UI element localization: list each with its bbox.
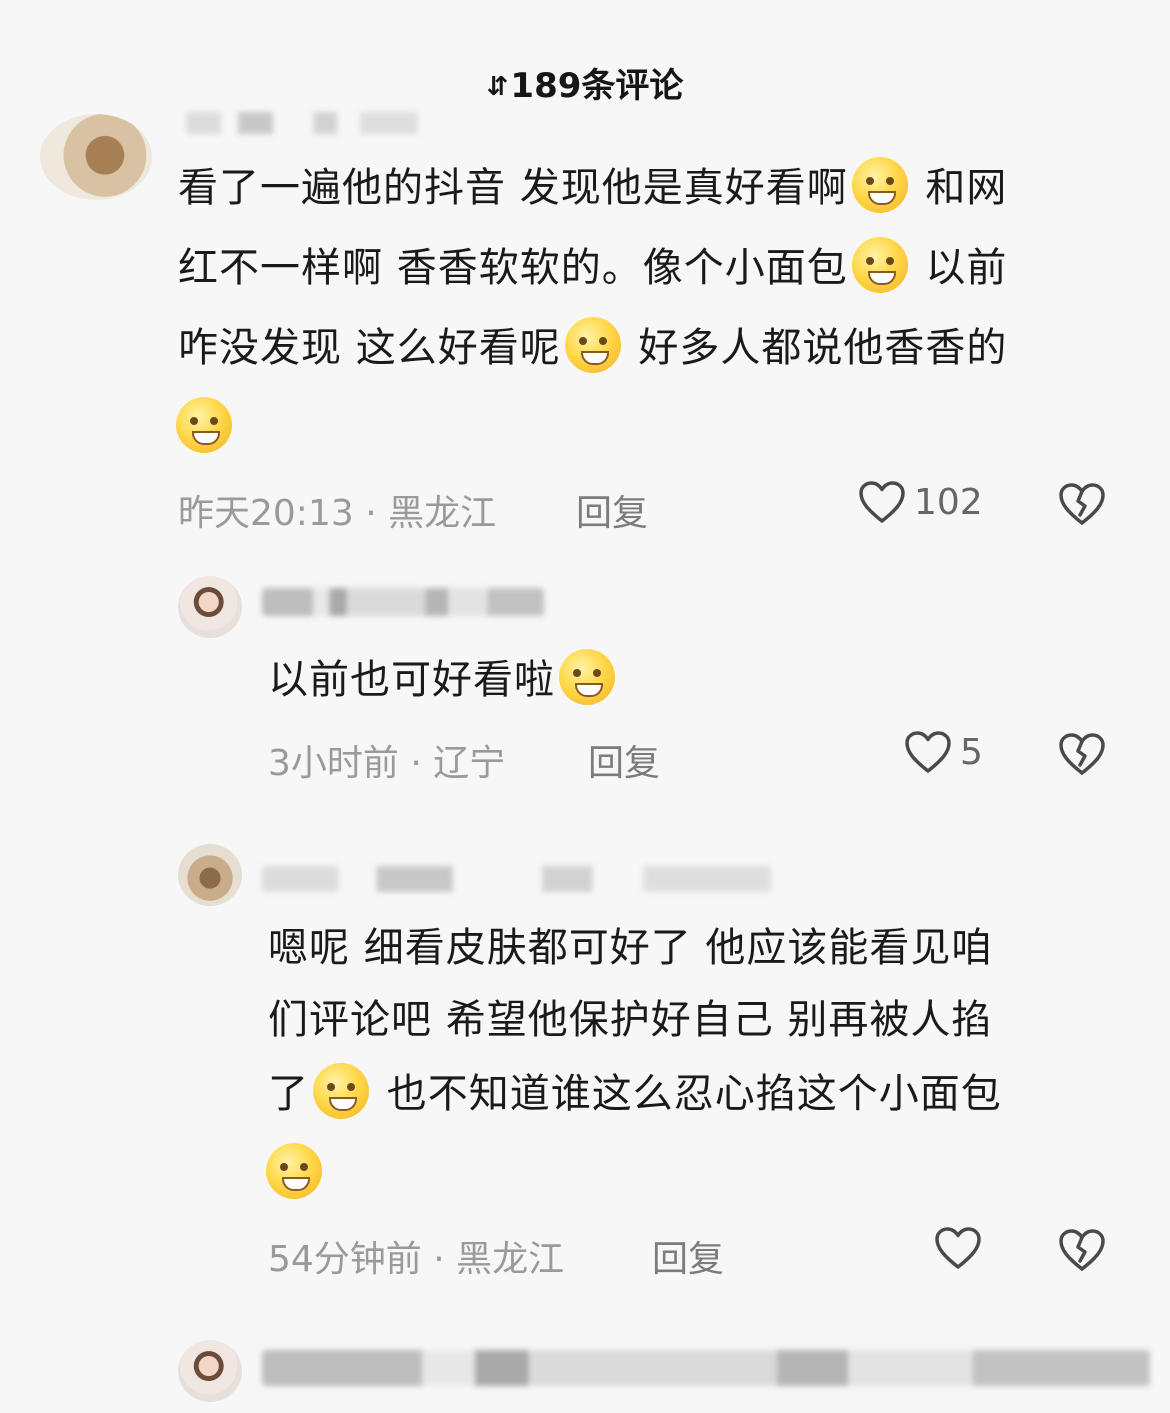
comment-line: 以前也可好看啦 bbox=[268, 657, 555, 703]
like-count: 5 bbox=[960, 731, 983, 773]
heart-outline-icon bbox=[935, 1227, 981, 1269]
heart-outline-icon bbox=[905, 731, 951, 773]
like-button[interactable] bbox=[934, 1226, 990, 1270]
like-count: 102 bbox=[914, 481, 983, 523]
avatar[interactable] bbox=[178, 1340, 242, 1402]
separator: · bbox=[433, 1239, 445, 1280]
username-blurred[interactable] bbox=[262, 866, 898, 892]
like-button[interactable]: 102 bbox=[858, 480, 983, 524]
comment-line bbox=[266, 1134, 326, 1214]
pleading-emoji-icon bbox=[266, 1143, 322, 1199]
grin-sweat-emoji-icon bbox=[564, 317, 621, 373]
username-blurred[interactable] bbox=[262, 1350, 1150, 1386]
comment-line: 嗯呢 细看皮肤都可好了 他应该能看见咱 bbox=[268, 925, 993, 971]
avatar[interactable] bbox=[178, 844, 242, 906]
timestamp: 3小时前 bbox=[268, 743, 399, 784]
comment-line bbox=[176, 388, 236, 468]
comment-meta: 54分钟前 · 黑龙江 bbox=[268, 1230, 564, 1282]
header-mark: ⇵ bbox=[486, 72, 509, 102]
timestamp: 54分钟前 bbox=[268, 1239, 422, 1280]
username-blurred[interactable] bbox=[186, 112, 476, 134]
location: 黑龙江 bbox=[388, 493, 497, 534]
crying-laughing-emoji-icon bbox=[313, 1063, 369, 1119]
like-button[interactable]: 5 bbox=[904, 730, 983, 774]
location: 黑龙江 bbox=[456, 1239, 565, 1280]
username-blurred[interactable] bbox=[262, 588, 544, 616]
reply-button[interactable]: 回复 bbox=[652, 1230, 724, 1282]
comment-line: 了 也不知道谁这么忍心掐这个小面包 bbox=[268, 1054, 1002, 1134]
comment-line: 看了一遍他的抖音 发现他是真好看啊 和网 bbox=[178, 148, 1007, 228]
pleading-emoji-icon bbox=[176, 397, 232, 453]
comment-line: 红不一样啊 香香软软的。像个小面包 以前 bbox=[178, 228, 1007, 308]
timestamp: 昨天20:13 bbox=[178, 493, 354, 534]
comment-line: 咋没发现 这么好看呢 好多人都说他香香的 bbox=[178, 308, 1007, 388]
separator: · bbox=[410, 743, 422, 784]
broken-heart-icon[interactable] bbox=[1058, 482, 1106, 526]
comment-line: 们评论吧 希望他保护好自己 别再被人掐 bbox=[268, 997, 993, 1043]
crying-emoji-icon bbox=[851, 237, 908, 293]
avatar[interactable] bbox=[40, 114, 152, 200]
comment-2: 以前也可好看啦 bbox=[268, 640, 619, 720]
laughing-emoji-icon bbox=[559, 649, 615, 705]
comments-header: ⇵189条评论 bbox=[0, 58, 1170, 107]
separator: · bbox=[365, 493, 377, 534]
avatar[interactable] bbox=[178, 576, 242, 638]
heart-outline-icon bbox=[859, 481, 905, 523]
comment-meta: 昨天20:13 · 黑龙江 bbox=[178, 484, 496, 536]
broken-heart-icon[interactable] bbox=[1058, 732, 1106, 776]
broken-heart-icon[interactable] bbox=[1058, 1228, 1106, 1272]
reply-button[interactable]: 回复 bbox=[576, 484, 648, 536]
comment-meta: 3小时前 · 辽宁 bbox=[268, 734, 505, 786]
grin-sweat-emoji-icon bbox=[851, 157, 908, 213]
comment-count-title: 189条评论 bbox=[510, 66, 684, 106]
reply-button[interactable]: 回复 bbox=[588, 734, 660, 786]
location: 辽宁 bbox=[433, 743, 506, 784]
